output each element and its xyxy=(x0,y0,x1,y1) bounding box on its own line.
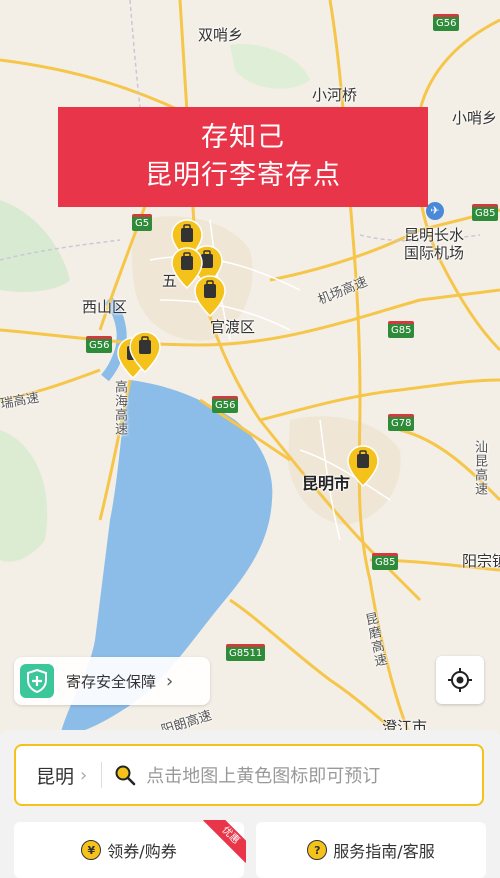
highway-shield: G5 xyxy=(132,214,153,231)
coupon-label: 领券/购券 xyxy=(107,842,177,861)
safety-guarantee-button[interactable]: 寄存安全保障 › xyxy=(14,657,210,705)
crosshair-icon xyxy=(448,668,472,692)
search-placeholder[interactable]: 点击地图上黄色图标即可预订 xyxy=(146,762,380,788)
luggage-pin-icon[interactable] xyxy=(128,330,162,374)
city-selector[interactable]: 昆明 xyxy=(36,762,74,789)
shield-plus-icon xyxy=(20,664,54,698)
place-label-kunming: 昆明市 xyxy=(302,474,351,493)
map-view[interactable]: 双哨乡 小河桥 小哨乡 昆明长水 国际机场 机场高速 五 西山区 官渡区 高海高… xyxy=(0,0,500,735)
highway-shield: G85 xyxy=(372,553,399,570)
highway-shield: G56 xyxy=(433,14,460,31)
highway-shield: G85 xyxy=(472,204,499,221)
search-bar[interactable]: 昆明 › 点击地图上黄色图标即可预订 xyxy=(14,744,484,806)
place-label-xiaoshao: 小哨乡 xyxy=(452,109,498,127)
divider xyxy=(101,762,103,788)
chevron-right-icon: › xyxy=(166,670,174,692)
highway-shield: G78 xyxy=(388,414,415,431)
discount-badge-label: 优惠 xyxy=(203,820,246,863)
place-label-xishan: 西山区 xyxy=(82,298,128,316)
search-icon xyxy=(115,765,136,786)
highway-shield: G8511 xyxy=(226,644,266,661)
place-label-xiaohe: 小河桥 xyxy=(312,86,358,104)
question-icon: ? xyxy=(307,840,328,860)
luggage-pin-icon[interactable] xyxy=(193,274,227,318)
service-guide-button[interactable]: ? 服务指南/客服 xyxy=(256,822,486,878)
safety-guarantee-label: 寄存安全保障 xyxy=(66,672,157,691)
bottom-panel: 昆明 › 点击地图上黄色图标即可预订 ¥ 领券/购券 优惠 ? 服务指南/客服 xyxy=(0,730,500,878)
yen-coin-icon: ¥ xyxy=(81,840,102,860)
highway-shield: G56 xyxy=(86,336,113,353)
airport-icon: ✈ xyxy=(426,202,444,220)
banner-title: 存知己 xyxy=(201,122,285,153)
chevron-right-icon: › xyxy=(80,764,88,786)
banner-subtitle: 昆明行李寄存点 xyxy=(145,160,341,191)
promo-banner: 存知己 昆明行李寄存点 xyxy=(58,107,428,207)
highway-shield: G56 xyxy=(212,396,239,413)
place-label-yangzong: 阳宗镇 xyxy=(462,552,500,570)
luggage-pin-icon[interactable] xyxy=(346,444,380,488)
highway-shield: G85 xyxy=(388,321,415,338)
locate-me-button[interactable] xyxy=(436,656,484,704)
place-label-guandu: 官渡区 xyxy=(210,318,256,336)
road-label-gaohai: 高海高速 xyxy=(112,380,127,436)
place-label-airport: 昆明长水 国际机场 xyxy=(404,226,465,262)
service-guide-label: 服务指南/客服 xyxy=(333,842,435,861)
coupon-button[interactable]: ¥ 领券/购券 优惠 xyxy=(14,820,246,878)
place-label-shuangshao: 双哨乡 xyxy=(198,26,244,44)
road-label-shankun: 汕昆高速 xyxy=(472,440,487,496)
discount-badge: 优惠 xyxy=(202,820,246,864)
